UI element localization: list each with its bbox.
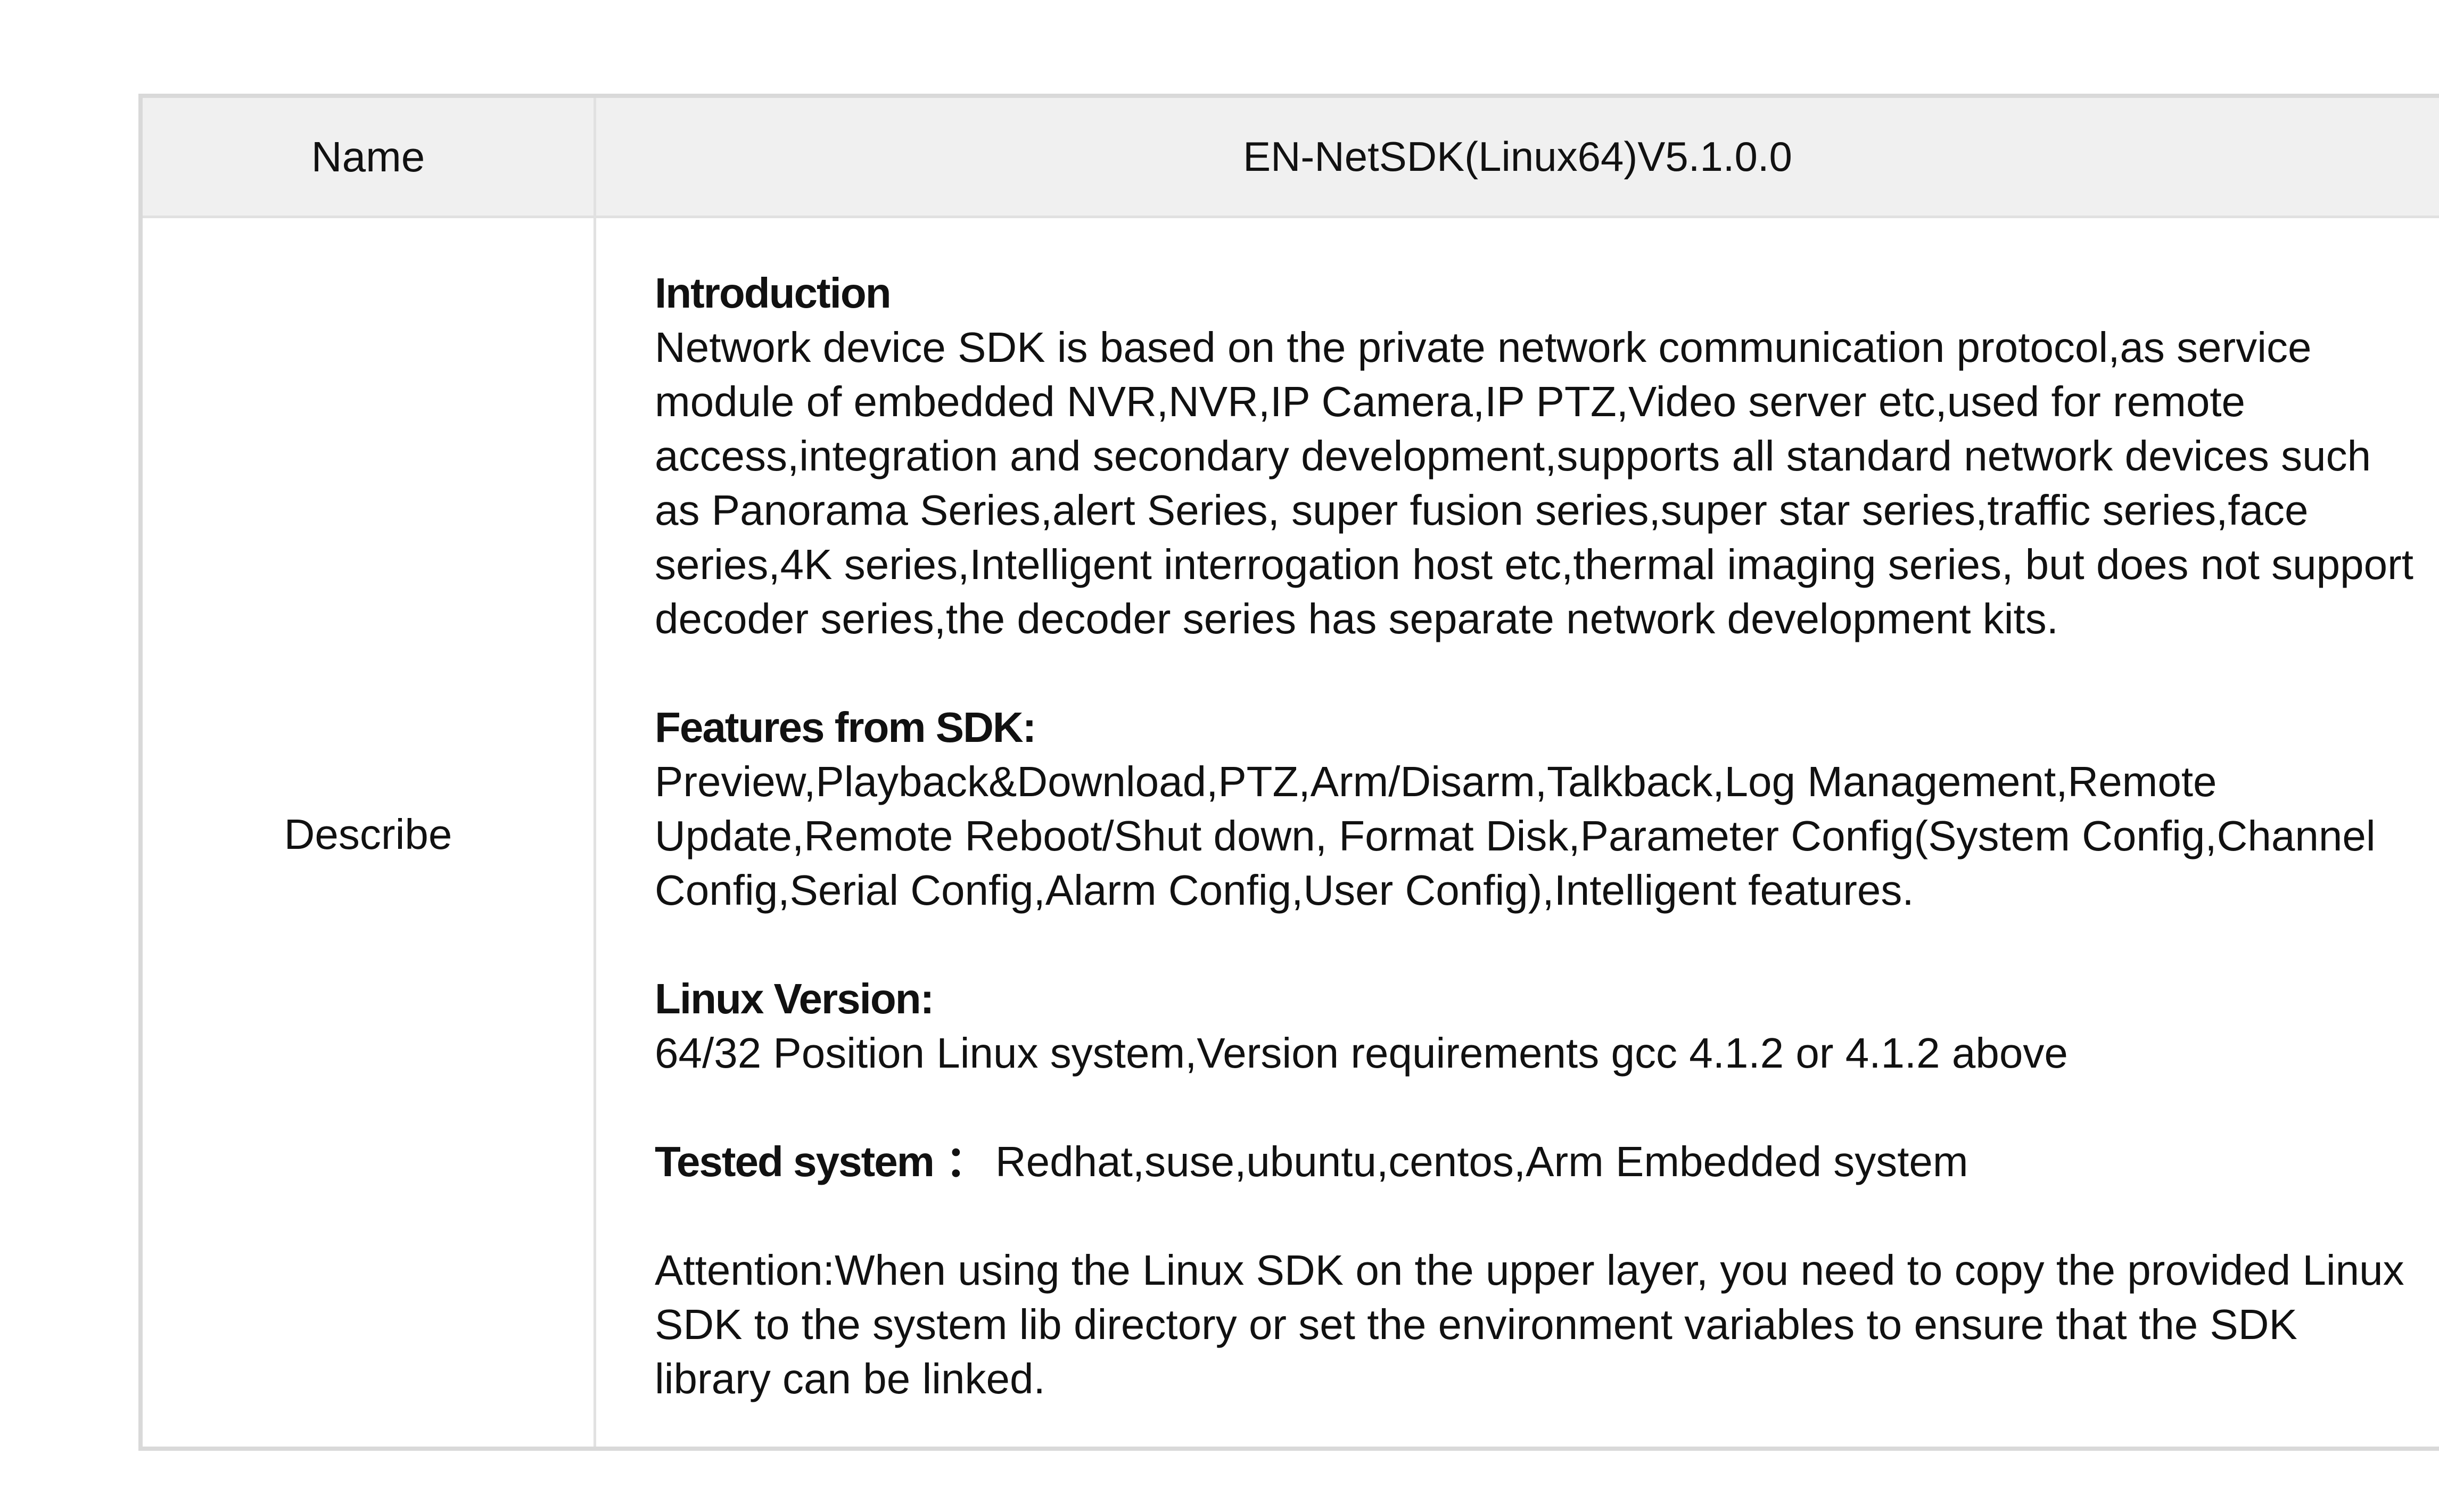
tested-heading: Tested system (655, 1138, 935, 1185)
tested-line: Tested system： Redhat,suse,ubuntu,centos,… (655, 1135, 2418, 1189)
linux-section: Linux Version: 64/32 Position Linux syst… (655, 972, 2418, 1080)
table-row-name: Name EN-NetSDK(Linux64)V5.1.0.0 (143, 98, 2439, 218)
intro-text: Network device SDK is based on the priva… (655, 324, 2413, 642)
linux-text: 64/32 Position Linux system,Version requ… (655, 1029, 2068, 1077)
attention-text: Attention:When using the Linux SDK on th… (655, 1246, 2404, 1402)
describe-label: Describe (143, 218, 596, 1447)
tested-section: Tested system： Redhat,suse,ubuntu,centos,… (655, 1135, 2418, 1189)
features-section: Features from SDK: Preview,Playback&Down… (655, 700, 2418, 918)
features-text: Preview,Playback&Download,PTZ,Arm/Disarm… (655, 758, 2376, 914)
name-label: Name (143, 98, 596, 216)
table-row-describe: Describe Introduction Network device SDK… (143, 218, 2439, 1447)
attention-section: Attention:When using the Linux SDK on th… (655, 1243, 2418, 1406)
tested-text: Redhat,suse,ubuntu,centos,Arm Embedded s… (995, 1138, 1968, 1185)
linux-heading: Linux Version: (655, 975, 934, 1022)
tested-colon: ： (945, 1138, 988, 1185)
description-content: Introduction Network device SDK is based… (596, 218, 2439, 1447)
sdk-name-value: EN-NetSDK(Linux64)V5.1.0.0 (1243, 133, 1792, 180)
sdk-info-table: Name EN-NetSDK(Linux64)V5.1.0.0 Describe… (138, 94, 2439, 1451)
features-heading: Features from SDK: (655, 704, 1036, 751)
intro-heading: Introduction (655, 269, 892, 317)
intro-section: Introduction Network device SDK is based… (655, 266, 2418, 646)
